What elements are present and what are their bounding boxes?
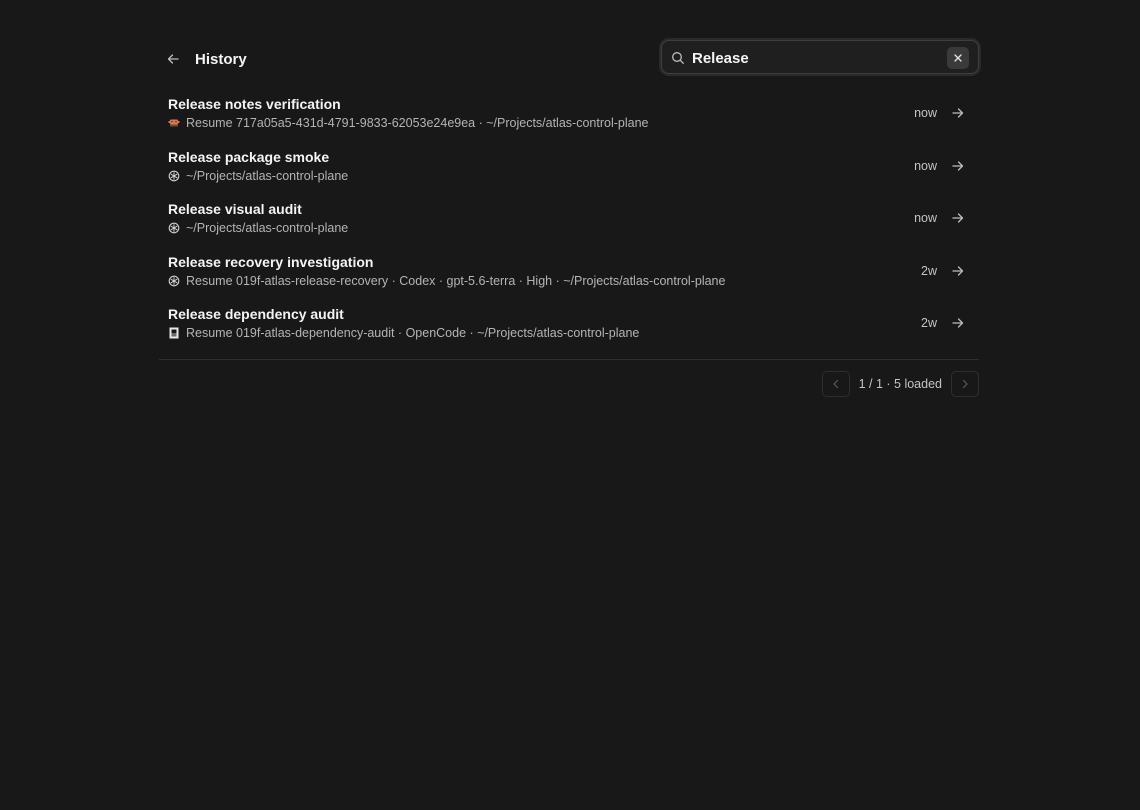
session-row[interactable]: Release visual audit ~/Projects/atlas-co… <box>159 192 979 245</box>
history-page: History Release notes verification <box>0 0 1140 810</box>
arrow-right-icon[interactable] <box>951 106 965 120</box>
openai-icon <box>168 275 180 287</box>
openai-icon <box>168 170 180 182</box>
chevron-left-icon <box>832 379 838 389</box>
session-subtitle-text: ~/Projects/atlas-control-plane <box>186 221 349 235</box>
session-title: Release visual audit <box>168 201 302 217</box>
search-icon <box>672 52 684 64</box>
session-row[interactable]: Release package smoke ~/Projects/atlas-c… <box>159 140 979 193</box>
session-time: now <box>914 211 937 225</box>
crab-icon <box>168 117 180 129</box>
session-row[interactable]: Release recovery investigation Resume 01… <box>159 245 979 298</box>
divider <box>159 359 979 360</box>
session-title: Release notes verification <box>168 96 341 112</box>
session-subtitle: Resume 717a05a5-431d-4791-9833-62053e24e… <box>168 115 648 131</box>
session-row[interactable]: Release notes verification Resume 717a05… <box>159 87 979 140</box>
session-subtitle: Resume 019f-atlas-release-recovery · Cod… <box>168 273 725 289</box>
close-icon <box>954 54 962 62</box>
session-subtitle: Resume 019f-atlas-dependency-audit · Ope… <box>168 325 639 341</box>
arrow-right-icon[interactable] <box>951 211 965 225</box>
session-subtitle: ~/Projects/atlas-control-plane <box>168 168 348 184</box>
session-title: Release package smoke <box>168 148 330 165</box>
session-time: now <box>914 106 937 120</box>
search-box[interactable] <box>661 40 979 74</box>
pagination: 1 / 1 · 5 loaded <box>821 370 979 398</box>
session-subtitle-text: Resume 019f-atlas-release-recovery · Cod… <box>186 273 726 288</box>
session-subtitle: ~/Projects/atlas-control-plane <box>168 220 348 236</box>
clear-search-button[interactable] <box>947 47 969 69</box>
next-page-button[interactable] <box>951 371 979 397</box>
session-time: now <box>914 158 937 173</box>
header: History <box>159 40 979 78</box>
page-title: History <box>195 51 247 68</box>
session-time: 2w <box>921 316 937 330</box>
session-subtitle-text: Resume 019f-atlas-dependency-audit · Ope… <box>186 326 640 340</box>
opencode-icon <box>168 327 180 339</box>
arrow-left-icon <box>167 54 179 64</box>
session-row[interactable]: Release dependency audit Resume 019f-atl… <box>159 297 979 350</box>
session-title: Release recovery investigation <box>168 253 374 270</box>
back-button[interactable] <box>163 49 183 69</box>
arrow-right-icon[interactable] <box>951 264 965 278</box>
arrow-right-icon[interactable] <box>951 316 965 330</box>
search-input[interactable] <box>692 47 942 69</box>
session-subtitle-text: ~/Projects/atlas-control-plane <box>186 168 349 183</box>
session-title: Release dependency audit <box>168 306 344 322</box>
session-subtitle-text: Resume 717a05a5-431d-4791-9833-62053e24e… <box>186 116 649 130</box>
session-time: 2w <box>921 263 937 278</box>
previous-page-button[interactable] <box>821 371 850 397</box>
arrow-right-icon[interactable] <box>951 159 965 173</box>
chevron-right-icon <box>962 379 968 389</box>
pagination-label: 1 / 1 · 5 loaded <box>858 377 942 391</box>
openai-icon <box>168 222 180 234</box>
session-list: Release notes verification Resume 717a05… <box>159 87 979 350</box>
